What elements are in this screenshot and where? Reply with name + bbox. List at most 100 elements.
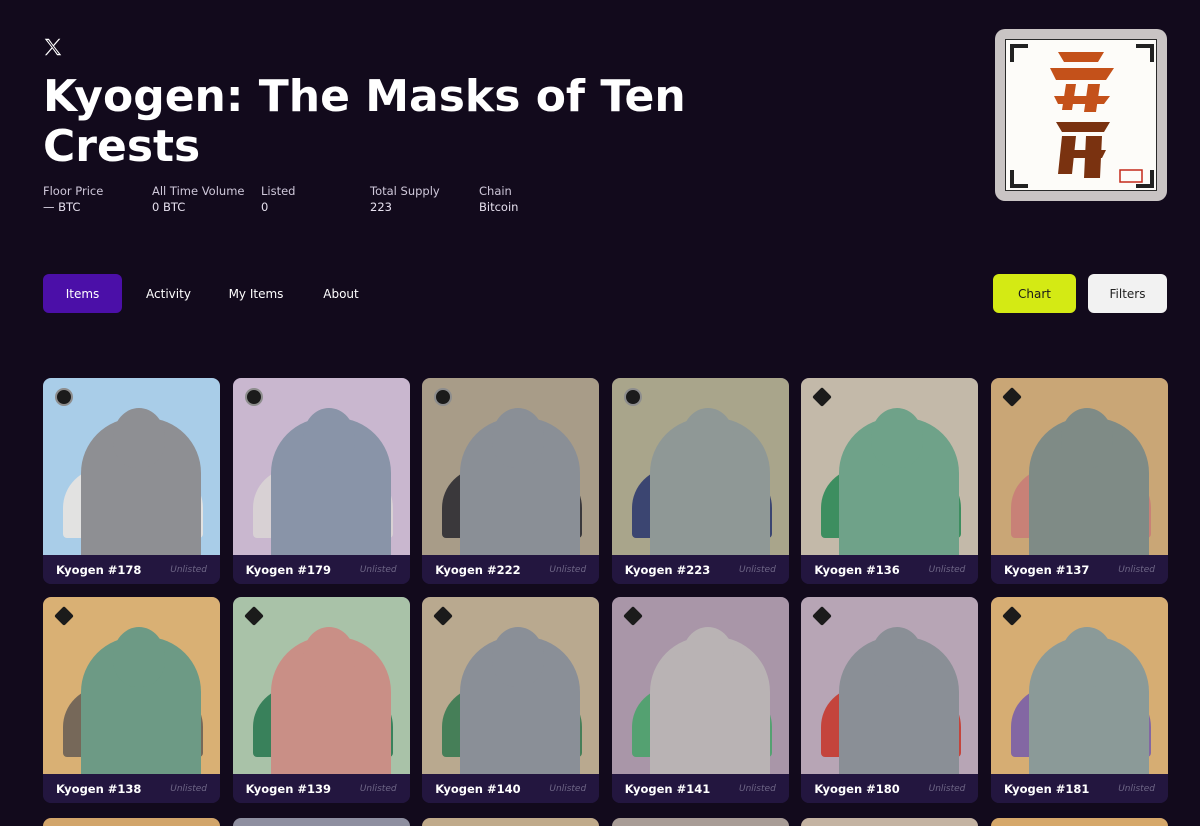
- item-status: Unlisted: [549, 783, 587, 794]
- item-card[interactable]: Kyogen #139 Unlisted: [232, 597, 410, 803]
- item-card[interactable]: Kyogen #178 Unlisted: [43, 378, 220, 584]
- item-status: Unlisted: [928, 564, 966, 575]
- item-image: [801, 597, 979, 774]
- item-image: [611, 378, 789, 555]
- crest-icon: [243, 606, 264, 626]
- tab-items[interactable]: Items: [43, 274, 122, 313]
- tab-my-items[interactable]: My Items: [215, 274, 297, 313]
- stat-total-supply: Total Supply 223: [370, 183, 479, 215]
- item-card-footer: Kyogen #222 Unlisted: [422, 555, 600, 584]
- tab-activity[interactable]: Activity: [130, 274, 207, 313]
- item-image: [990, 378, 1168, 555]
- item-image: [232, 378, 410, 555]
- item-card-partial[interactable]: [801, 818, 979, 826]
- item-card-footer: Kyogen #181 Unlisted: [990, 774, 1168, 803]
- stat-chain: Chain Bitcoin: [479, 183, 588, 215]
- chart-button[interactable]: Chart: [993, 274, 1076, 313]
- crest-icon: [812, 387, 833, 407]
- item-image-head: [1060, 408, 1113, 468]
- item-status: Unlisted: [170, 783, 207, 794]
- item-image-head: [492, 408, 545, 468]
- item-status: Unlisted: [1118, 783, 1155, 794]
- calligraphy-artwork: [1010, 44, 1154, 188]
- item-card[interactable]: Kyogen #140 Unlisted: [422, 597, 600, 803]
- crest-icon: [812, 606, 833, 626]
- item-card[interactable]: Kyogen #137 Unlisted: [990, 378, 1168, 584]
- item-card[interactable]: Kyogen #179 Unlisted: [232, 378, 410, 584]
- item-image-head: [1060, 627, 1113, 687]
- crest-icon: [622, 606, 643, 626]
- item-status: Unlisted: [928, 783, 966, 794]
- item-card-footer: Kyogen #137 Unlisted: [990, 555, 1168, 584]
- item-card[interactable]: Kyogen #141 Unlisted: [611, 597, 789, 803]
- item-image-head: [681, 408, 734, 468]
- item-name: Kyogen #141: [624, 781, 711, 796]
- item-name: Kyogen #223: [624, 562, 711, 577]
- collection-tabs: Items Activity My Items About: [43, 274, 377, 313]
- crest-icon: [623, 388, 642, 406]
- stat-value: — BTC: [43, 200, 81, 214]
- crest-icon: [434, 388, 453, 406]
- item-image: [232, 597, 410, 774]
- item-card-partial[interactable]: [232, 818, 410, 826]
- collection-title: Kyogen: The Masks of Ten Crests: [43, 71, 686, 172]
- stat-label: All Time Volume: [152, 184, 245, 198]
- item-image-head: [302, 627, 355, 687]
- item-image: [422, 378, 600, 555]
- item-image: [422, 597, 600, 774]
- crest-icon: [1002, 387, 1022, 407]
- stat-value: Bitcoin: [479, 200, 519, 214]
- collection-image-paper: [1005, 39, 1157, 191]
- item-card[interactable]: Kyogen #222 Unlisted: [422, 378, 600, 584]
- collection-stats: Floor Price — BTC All Time Volume 0 BTC …: [43, 183, 588, 215]
- stat-label: Floor Price: [43, 184, 104, 198]
- crest-icon: [244, 388, 263, 406]
- x-logo-icon[interactable]: [42, 36, 64, 58]
- crest-icon: [433, 606, 454, 626]
- item-name: Kyogen #179: [245, 562, 332, 577]
- item-image: [43, 597, 220, 774]
- item-card[interactable]: Kyogen #181 Unlisted: [990, 597, 1168, 803]
- item-status: Unlisted: [739, 783, 776, 794]
- item-card-partial[interactable]: [422, 818, 600, 826]
- items-grid-next-row: [43, 818, 1168, 826]
- item-card-footer: Kyogen #140 Unlisted: [422, 774, 600, 803]
- item-card[interactable]: Kyogen #180 Unlisted: [801, 597, 979, 803]
- item-card-partial[interactable]: [43, 818, 220, 826]
- item-card-footer: Kyogen #139 Unlisted: [232, 774, 410, 803]
- item-image: [990, 597, 1168, 774]
- item-image-head: [871, 627, 924, 687]
- item-status: Unlisted: [359, 783, 397, 794]
- item-name: Kyogen #181: [1003, 781, 1090, 796]
- item-image: [43, 378, 220, 555]
- crest-icon: [55, 388, 73, 406]
- stat-listed: Listed 0: [261, 183, 370, 215]
- item-status: Unlisted: [170, 564, 207, 575]
- item-card[interactable]: Kyogen #223 Unlisted: [611, 378, 789, 584]
- item-status: Unlisted: [549, 564, 587, 575]
- item-card-footer: Kyogen #223 Unlisted: [611, 555, 789, 584]
- item-image-head: [871, 408, 924, 468]
- crest-icon: [1002, 606, 1022, 626]
- item-card-footer: Kyogen #179 Unlisted: [232, 555, 410, 584]
- item-status: Unlisted: [359, 564, 397, 575]
- item-image-head: [113, 408, 165, 468]
- item-card[interactable]: Kyogen #138 Unlisted: [43, 597, 220, 803]
- item-image: [801, 378, 979, 555]
- stat-value: 223: [370, 200, 392, 214]
- filters-button[interactable]: Filters: [1088, 274, 1167, 313]
- item-card[interactable]: Kyogen #136 Unlisted: [801, 378, 979, 584]
- item-name: Kyogen #180: [814, 781, 900, 796]
- item-card-partial[interactable]: [611, 818, 789, 826]
- tab-about[interactable]: About: [305, 274, 377, 313]
- item-card-footer: Kyogen #178 Unlisted: [43, 555, 220, 584]
- item-name: Kyogen #139: [245, 781, 332, 796]
- stat-floor-price: Floor Price — BTC: [43, 183, 152, 215]
- item-name: Kyogen #178: [56, 562, 142, 577]
- item-card-partial[interactable]: [990, 818, 1168, 826]
- stat-all-time-volume: All Time Volume 0 BTC: [152, 183, 261, 215]
- items-grid: Kyogen #178 Unlisted Kyogen #179 Unliste…: [43, 378, 1168, 803]
- collection-image: [995, 29, 1167, 201]
- item-name: Kyogen #137: [1003, 562, 1090, 577]
- collection-page: Kyogen: The Masks of Ten Crests Floor Pr…: [0, 0, 1200, 826]
